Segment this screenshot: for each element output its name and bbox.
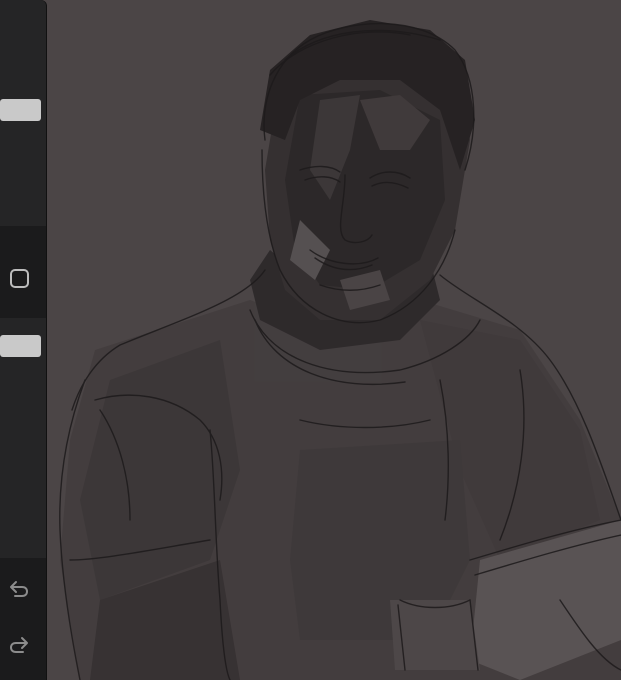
brush-size-slider[interactable]	[0, 0, 46, 226]
tool-sidebar	[0, 0, 47, 680]
redo-icon	[10, 637, 28, 653]
redo-button[interactable]	[5, 632, 33, 660]
undo-button[interactable]	[5, 576, 33, 604]
undo-icon	[10, 581, 28, 597]
square-icon	[9, 268, 29, 288]
brush-opacity-slider-handle[interactable]	[0, 335, 41, 357]
brush-size-slider-handle[interactable]	[0, 99, 41, 121]
drawing-canvas[interactable]	[0, 0, 621, 680]
brush-opacity-slider[interactable]	[0, 318, 46, 558]
shirt-shading	[60, 300, 621, 680]
modify-button[interactable]	[5, 264, 33, 292]
